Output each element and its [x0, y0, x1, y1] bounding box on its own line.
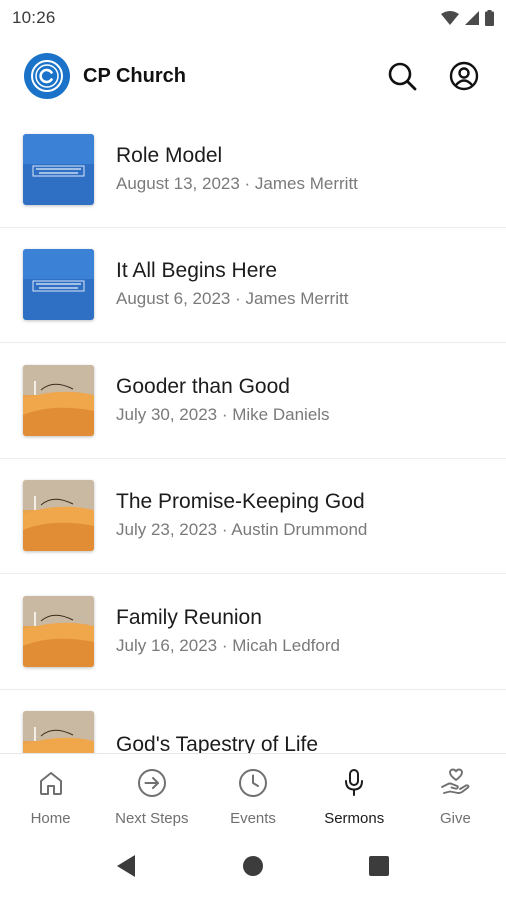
recents-square-icon	[369, 855, 389, 876]
nav-item-home[interactable]: Home	[0, 754, 101, 831]
back-triangle-icon	[117, 854, 135, 877]
signal-icon	[465, 11, 479, 25]
nav-label: Next Steps	[115, 810, 189, 827]
arrow-circle-icon	[137, 769, 166, 797]
search-icon	[388, 62, 417, 91]
status-time: 10:26	[12, 8, 56, 27]
church-logo-icon	[31, 60, 63, 92]
nav-item-give[interactable]: Give	[405, 754, 506, 831]
system-back-button[interactable]	[64, 854, 190, 878]
sermon-item[interactable]: Role Model August 13, 2023 · James Merri…	[0, 112, 506, 228]
home-circle-icon	[243, 855, 263, 876]
nav-label: Events	[230, 810, 276, 827]
sermon-item[interactable]: Family Reunion July 16, 2023 · Micah Led…	[0, 574, 506, 690]
sermon-thumbnail	[23, 711, 94, 753]
sermon-thumbnail	[23, 480, 94, 552]
sermon-thumbnail	[23, 133, 94, 205]
nav-item-next-steps[interactable]: Next Steps	[101, 754, 202, 831]
status-icons	[441, 10, 494, 26]
sermon-title: Role Model	[116, 143, 223, 167]
home-icon	[39, 772, 62, 795]
profile-button[interactable]	[446, 58, 482, 94]
bottom-nav: Home Next Steps Events Sermons Give	[0, 753, 506, 831]
system-nav-bar	[0, 831, 506, 900]
sermon-meta: July 16, 2023 · Micah Ledford	[116, 635, 340, 655]
account-circle-icon	[449, 61, 479, 91]
sermon-item[interactable]: The Promise-Keeping God July 23, 2023 · …	[0, 459, 506, 574]
sermon-title: It All Begins Here	[116, 259, 278, 283]
sermon-list[interactable]: Role Model August 13, 2023 · James Merri…	[0, 112, 506, 753]
sermon-item[interactable]: God's Tapestry of Life	[0, 690, 506, 753]
search-button[interactable]	[384, 58, 420, 94]
nav-label: Give	[439, 810, 471, 827]
nav-label: Home	[30, 810, 71, 827]
status-bar: 10:26	[0, 0, 506, 36]
sermon-meta: July 23, 2023 · Austin Drummond	[116, 520, 368, 540]
battery-icon	[485, 10, 494, 26]
church-logo[interactable]	[24, 53, 70, 99]
sermon-thumbnail	[23, 595, 94, 667]
sermon-title: God's Tapestry of Life	[116, 733, 319, 753]
sermon-item[interactable]: It All Begins Here August 6, 2023 · Jame…	[0, 228, 506, 343]
nav-label: Sermons	[324, 810, 385, 827]
app-header: CP Church	[0, 48, 506, 104]
heart-hand-icon	[441, 768, 470, 794]
system-recents-button[interactable]	[316, 855, 442, 877]
sermon-meta: August 13, 2023 · James Merritt	[116, 173, 358, 193]
nav-item-sermons[interactable]: Sermons	[304, 754, 405, 831]
sermon-title: Family Reunion	[116, 605, 262, 629]
sermon-title: Gooder than Good	[116, 374, 290, 398]
nav-item-events[interactable]: Events	[202, 754, 303, 831]
app-title: CP Church	[83, 64, 186, 87]
sermon-meta: July 30, 2023 · Mike Daniels	[116, 404, 330, 424]
sermon-thumbnail	[23, 364, 94, 436]
system-home-button[interactable]	[190, 855, 316, 877]
sermon-meta: August 6, 2023 · James Merritt	[116, 289, 349, 309]
clock-icon	[239, 769, 267, 797]
microphone-icon	[345, 769, 364, 796]
sermon-title: The Promise-Keeping God	[116, 490, 365, 514]
sermon-item[interactable]: Gooder than Good July 30, 2023 · Mike Da…	[0, 343, 506, 459]
wifi-icon	[441, 11, 459, 25]
sermon-thumbnail	[23, 249, 94, 321]
